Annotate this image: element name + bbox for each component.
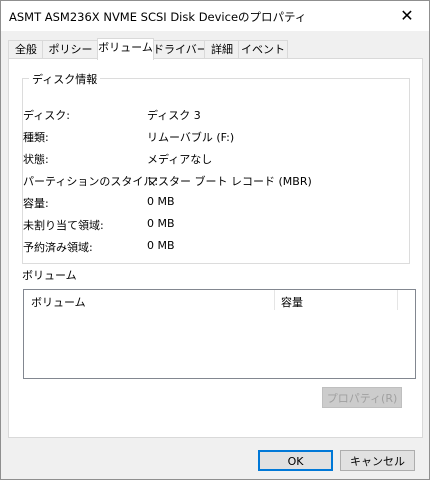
column-divider[interactable] <box>397 290 398 310</box>
column-header-capacity[interactable]: 容量 <box>281 294 303 310</box>
disk-info-group-title: ディスク情報 <box>29 71 101 87</box>
disk-info-group: ディスク情報 <box>22 71 410 264</box>
tab-policy[interactable]: ポリシー <box>42 40 99 59</box>
ok-button[interactable]: OK <box>258 450 333 471</box>
prop-value: 0 MB <box>147 195 175 208</box>
tab-driver[interactable]: ドライバー <box>152 40 208 59</box>
properties-button[interactable]: プロパティ(R) <box>322 387 402 408</box>
prop-value: 0 MB <box>147 239 175 252</box>
prop-value: リムーバブル (F:) <box>147 131 235 144</box>
prop-label: 容量: <box>23 197 49 210</box>
prop-label: 未割り当て領域: <box>23 219 104 232</box>
title-bar: ASMT ASM236X NVME SCSI Disk Deviceのプロパティ… <box>1 1 429 31</box>
volumes-heading: ボリューム <box>22 269 77 282</box>
close-icon[interactable]: ✕ <box>385 1 429 31</box>
window-title: ASMT ASM236X NVME SCSI Disk Deviceのプロパティ <box>9 10 307 24</box>
prop-label: 種類: <box>23 131 49 144</box>
cancel-button[interactable]: キャンセル <box>340 450 415 471</box>
column-divider[interactable] <box>274 290 275 310</box>
tab-events[interactable]: イベント <box>238 40 288 59</box>
prop-label: 状態: <box>23 153 49 166</box>
tab-details[interactable]: 詳細 <box>204 40 240 59</box>
volumes-tab-panel: ディスク情報 ディスク: ディスク 3 種類: リムーバブル (F:) 状態: … <box>8 58 423 438</box>
prop-label: パーティションのスタイル: <box>23 175 159 188</box>
prop-label: ディスク: <box>23 109 70 122</box>
prop-value: マスター ブート レコード (MBR) <box>147 175 312 188</box>
column-header-volume[interactable]: ボリューム <box>31 294 86 310</box>
volumes-list-header: ボリューム 容量 <box>24 290 415 310</box>
volumes-list[interactable]: ボリューム 容量 <box>23 289 416 379</box>
tab-general[interactable]: 全般 <box>8 40 44 59</box>
prop-value: ディスク 3 <box>147 109 201 122</box>
tab-volumes[interactable]: ボリューム <box>97 38 154 60</box>
prop-value: メディアなし <box>147 153 213 166</box>
prop-label: 予約済み領域: <box>23 241 93 254</box>
properties-dialog: ASMT ASM236X NVME SCSI Disk Deviceのプロパティ… <box>0 0 430 480</box>
prop-value: 0 MB <box>147 217 175 230</box>
